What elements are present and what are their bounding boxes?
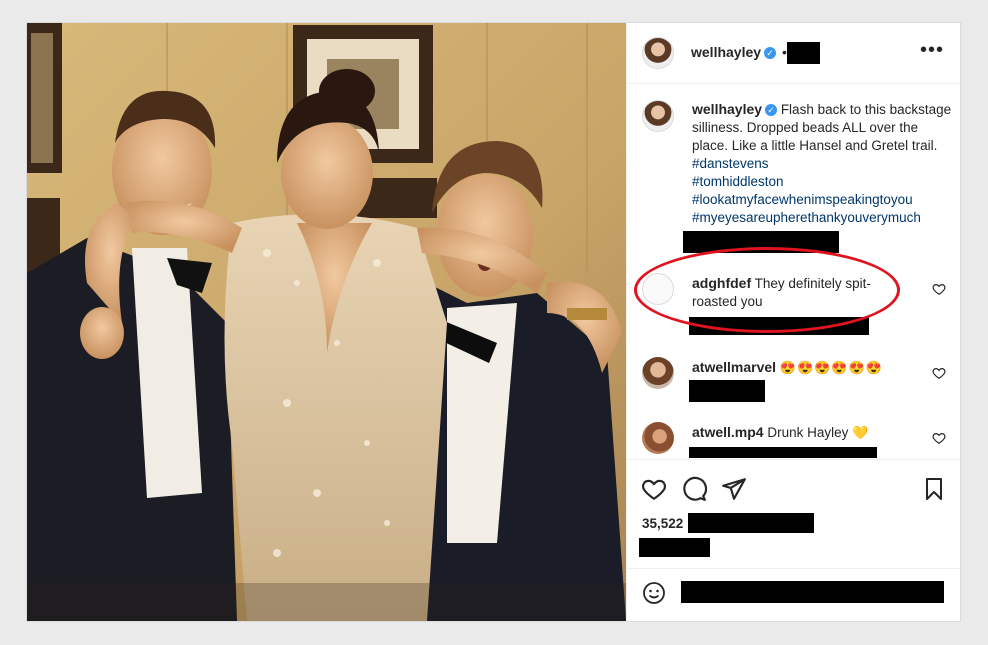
comment-like-heart-icon[interactable] xyxy=(932,282,946,296)
comment-item: atwellmarvel 😍😍😍😍😍😍 xyxy=(627,357,960,417)
hashtag-link[interactable]: #myeyesareupherethankyouverymuch xyxy=(692,210,921,225)
verified-badge-icon: ✓ xyxy=(764,47,777,59)
verified-badge-icon: ✓ xyxy=(765,104,778,116)
hashtag-link[interactable]: #danstevens xyxy=(692,156,769,171)
post-photo[interactable] xyxy=(27,23,626,621)
comment-like-heart-icon[interactable] xyxy=(932,366,946,380)
likes-count[interactable]: 35,522 xyxy=(642,516,683,531)
header-username[interactable]: wellhayley xyxy=(691,44,761,60)
emoji-icon[interactable] xyxy=(642,581,666,605)
caption-username[interactable]: wellhayley xyxy=(692,101,762,117)
comment-body: atwellmarvel 😍😍😍😍😍😍 xyxy=(692,358,902,377)
comment-username[interactable]: atwellmarvel xyxy=(692,359,776,375)
comment-username[interactable]: atwell.mp4 xyxy=(692,424,764,440)
redacted-comment-meta xyxy=(689,447,877,458)
hashtag-link[interactable]: #lookatmyfacewhenimspeakingtoyou xyxy=(692,192,913,207)
comment-icon[interactable] xyxy=(681,476,707,502)
header-username-row: wellhayley ✓ • xyxy=(691,44,787,62)
redacted-post-date xyxy=(639,538,710,557)
comment-body: atwell.mp4 Drunk Hayley 💛 xyxy=(692,423,902,442)
post-photo-illustration xyxy=(27,23,626,621)
redacted-comment-meta xyxy=(689,380,765,402)
highlight-annotation-ellipse xyxy=(634,247,900,333)
post-actions: 35,522 xyxy=(627,459,960,615)
redacted-follow xyxy=(787,42,820,64)
hashtag-link[interactable]: #tomhiddleston xyxy=(692,174,784,189)
bookmark-icon[interactable] xyxy=(922,476,946,502)
comment-avatar[interactable] xyxy=(642,422,674,454)
comment-emoji: 💛 xyxy=(852,425,870,440)
comment-avatar[interactable] xyxy=(642,357,674,389)
share-icon[interactable] xyxy=(721,476,747,502)
redacted-comment-input[interactable] xyxy=(681,581,944,603)
caption: wellhayley ✓ Flash back to this backstage… xyxy=(692,100,954,227)
post-header: wellhayley ✓ • ••• xyxy=(627,23,960,84)
comment-emoji: 😍😍😍😍😍😍 xyxy=(779,360,883,375)
caption-avatar[interactable] xyxy=(642,100,674,132)
comment-like-heart-icon[interactable] xyxy=(932,431,946,445)
heart-icon[interactable] xyxy=(641,476,667,502)
add-comment-bar xyxy=(627,568,960,619)
redacted-likes-label xyxy=(688,513,814,533)
more-options-icon[interactable]: ••• xyxy=(920,39,944,62)
comment-text: Drunk Hayley xyxy=(767,425,849,440)
profile-avatar[interactable] xyxy=(642,37,674,69)
